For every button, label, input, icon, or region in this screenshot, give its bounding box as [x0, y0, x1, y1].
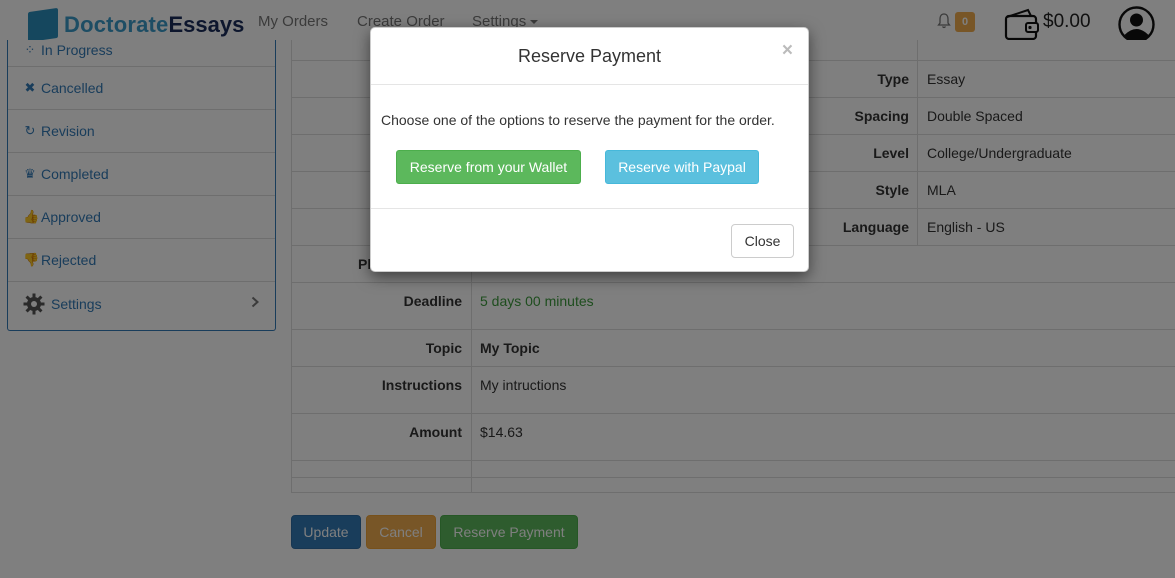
- close-icon[interactable]: ×: [782, 40, 793, 62]
- modal-instruction-text: Choose one of the options to reserve the…: [381, 112, 775, 128]
- modal-title: Reserve Payment: [517, 46, 662, 66]
- modal-body: Choose one of the options to reserve the…: [371, 85, 808, 209]
- modal-header: Reserve Payment ×: [371, 28, 808, 85]
- reserve-from-wallet-button[interactable]: Reserve from your Wallet: [396, 150, 581, 184]
- reserve-payment-modal: Reserve Payment × Choose one of the opti…: [370, 27, 809, 272]
- modal-footer: Close: [371, 209, 808, 271]
- reserve-with-paypal-button[interactable]: Reserve with Paypal: [605, 150, 759, 184]
- modal-close-button[interactable]: Close: [731, 224, 794, 258]
